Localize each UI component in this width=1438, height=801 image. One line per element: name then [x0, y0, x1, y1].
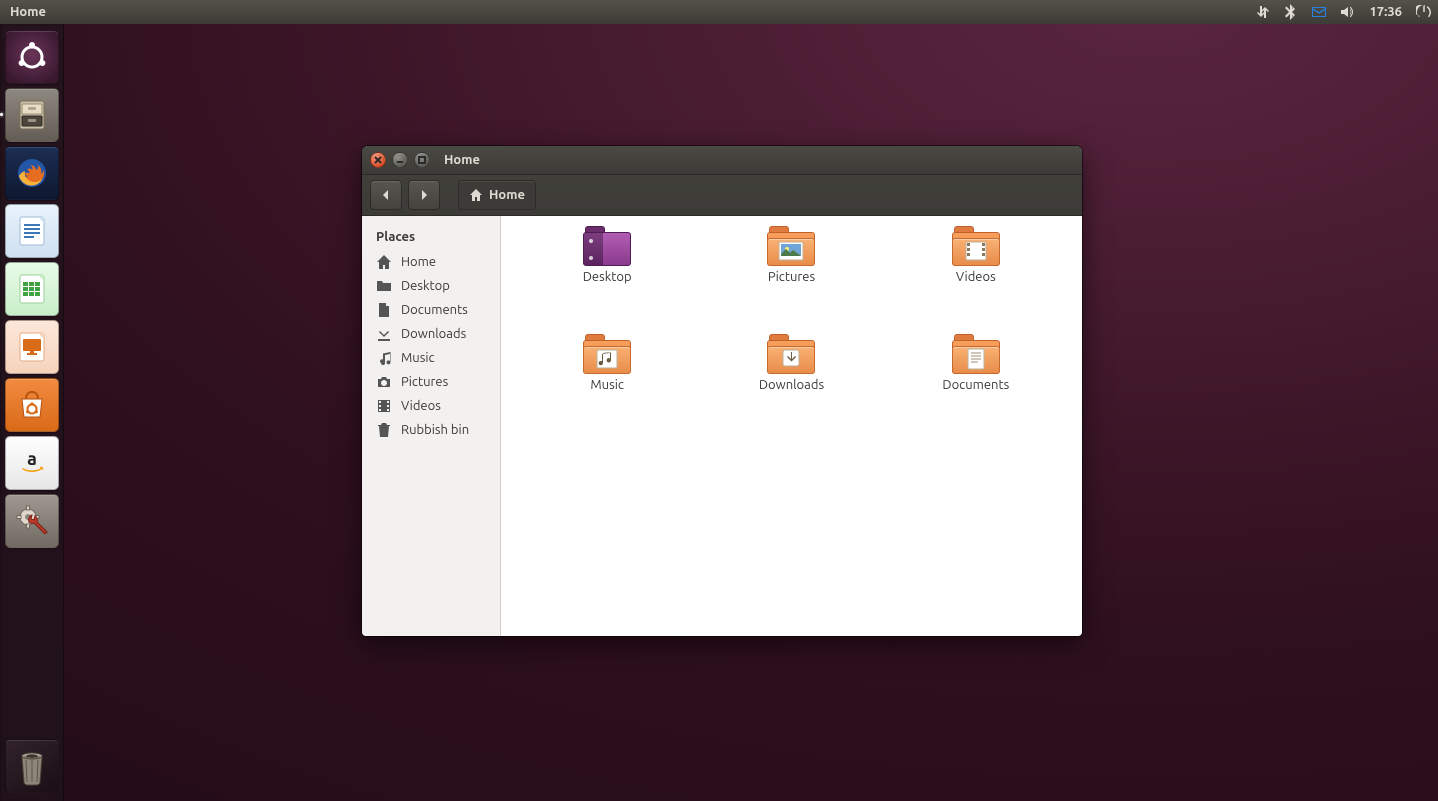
launcher-dock: a	[0, 24, 64, 801]
camera-icon	[376, 374, 392, 390]
sidebar-item-downloads[interactable]: Downloads	[362, 322, 500, 346]
running-pip-icon	[0, 113, 3, 116]
file-label: Music	[590, 378, 624, 392]
nav-back-button[interactable]	[370, 180, 402, 210]
panel-app-title[interactable]: Home	[0, 5, 54, 19]
nav-forward-button[interactable]	[408, 180, 440, 210]
sidebar-item-label: Documents	[401, 303, 468, 317]
window-maximize-button[interactable]	[414, 152, 430, 168]
home-icon	[376, 254, 392, 270]
files-window: Home Home Places Home Desktop Documents	[362, 146, 1082, 636]
launcher-trash[interactable]	[5, 739, 59, 793]
launcher-firefox[interactable]	[5, 146, 59, 200]
sidebar-item-label: Downloads	[401, 327, 466, 341]
sidebar-item-pictures[interactable]: Pictures	[362, 370, 500, 394]
window-minimize-button[interactable]	[392, 152, 408, 168]
messaging-indicator-icon[interactable]	[1305, 0, 1333, 24]
launcher-dash[interactable]	[5, 30, 59, 84]
file-label: Pictures	[768, 270, 815, 284]
sidebar-item-label: Videos	[401, 399, 441, 413]
window-titlebar[interactable]: Home	[362, 146, 1082, 175]
folder-downloads[interactable]: Downloads	[726, 334, 856, 434]
ubuntu-logo-icon	[15, 40, 49, 74]
window-title: Home	[438, 153, 480, 167]
file-label: Desktop	[583, 270, 632, 284]
music-icon	[376, 350, 392, 366]
sidebar-item-desktop[interactable]: Desktop	[362, 274, 500, 298]
launcher-calc[interactable]	[5, 262, 59, 316]
folder-icon	[583, 226, 631, 266]
folder-icon	[952, 226, 1000, 266]
svg-text:a: a	[27, 449, 37, 469]
breadcrumb-label: Home	[489, 188, 525, 202]
folder-music[interactable]: Music	[542, 334, 672, 434]
file-label: Documents	[942, 378, 1009, 392]
sound-indicator-icon[interactable]	[1333, 0, 1361, 24]
launcher-software-center[interactable]	[5, 378, 59, 432]
amazon-icon: a	[14, 445, 50, 481]
sidebar-item-label: Home	[401, 255, 436, 269]
sidebar-item-music[interactable]: Music	[362, 346, 500, 370]
launcher-impress[interactable]	[5, 320, 59, 374]
clock-indicator[interactable]: 17:36	[1361, 5, 1410, 19]
calc-icon	[15, 272, 49, 306]
shopping-bag-icon	[14, 387, 50, 423]
launcher-files[interactable]	[5, 88, 59, 142]
launcher-amazon[interactable]: a	[5, 436, 59, 490]
folder-icon	[952, 334, 1000, 374]
desktop-folder-icon	[376, 278, 392, 294]
folder-documents[interactable]: Documents	[911, 334, 1041, 434]
sidebar-header: Places	[362, 224, 500, 250]
file-label: Downloads	[759, 378, 824, 392]
sidebar-item-home[interactable]: Home	[362, 250, 500, 274]
file-label: Videos	[956, 270, 996, 284]
network-indicator-icon[interactable]	[1249, 0, 1277, 24]
trash-icon	[376, 422, 392, 438]
document-icon	[376, 302, 392, 318]
folder-icon	[583, 334, 631, 374]
sidebar-item-videos[interactable]: Videos	[362, 394, 500, 418]
places-sidebar: Places Home Desktop Documents Downloads …	[362, 216, 501, 636]
sidebar-item-label: Desktop	[401, 279, 450, 293]
sidebar-item-label: Music	[401, 351, 435, 365]
sidebar-item-label: Rubbish bin	[401, 423, 469, 437]
sidebar-item-documents[interactable]: Documents	[362, 298, 500, 322]
folder-icon	[767, 226, 815, 266]
launcher-writer[interactable]	[5, 204, 59, 258]
folder-videos[interactable]: Videos	[911, 226, 1041, 326]
film-icon	[376, 398, 392, 414]
breadcrumb-home[interactable]: Home	[458, 180, 536, 210]
top-panel: Home 17:36	[0, 0, 1438, 24]
trash-icon	[13, 746, 51, 786]
launcher-settings[interactable]	[5, 494, 59, 548]
download-icon	[376, 326, 392, 342]
bluetooth-indicator-icon[interactable]	[1277, 0, 1305, 24]
folder-icon	[767, 334, 815, 374]
folder-pictures[interactable]: Pictures	[726, 226, 856, 326]
wrench-gear-icon	[14, 503, 50, 539]
home-icon	[469, 188, 483, 202]
file-cabinet-icon	[14, 97, 50, 133]
writer-icon	[15, 214, 49, 248]
session-indicator-icon[interactable]	[1410, 0, 1438, 24]
sidebar-item-label: Pictures	[401, 375, 448, 389]
firefox-icon	[13, 154, 51, 192]
folder-desktop[interactable]: Desktop	[542, 226, 672, 326]
window-toolbar: Home	[362, 175, 1082, 216]
window-close-button[interactable]	[370, 152, 386, 168]
sidebar-item-trash[interactable]: Rubbish bin	[362, 418, 500, 442]
file-grid[interactable]: Desktop Pictures V	[501, 216, 1082, 636]
impress-icon	[15, 330, 49, 364]
